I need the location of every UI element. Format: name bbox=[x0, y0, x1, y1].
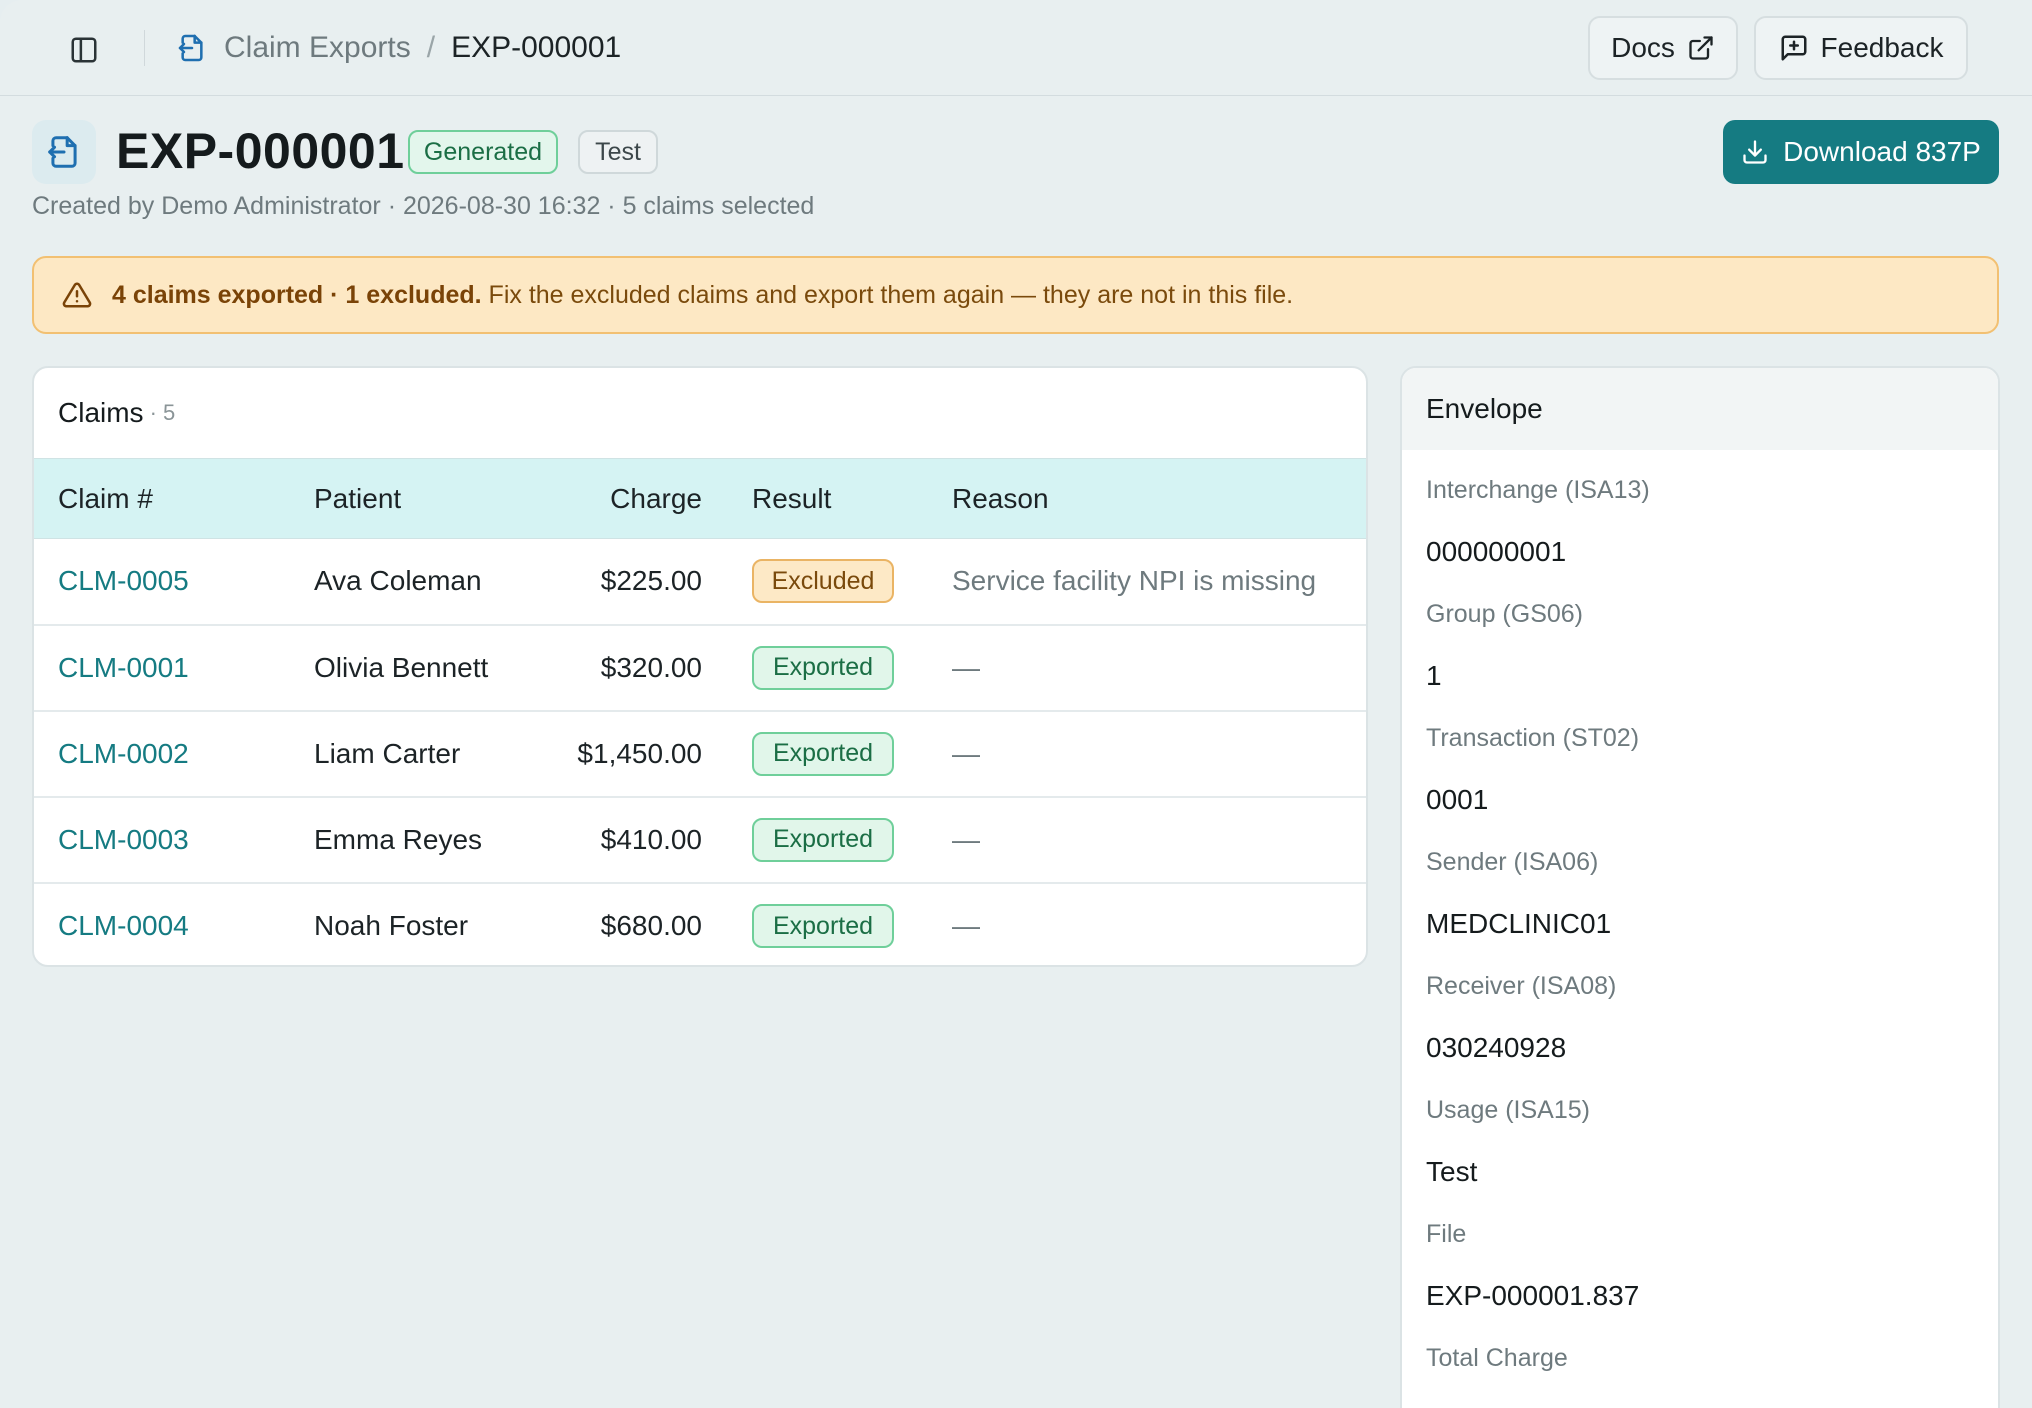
docs-button-label: Docs bbox=[1611, 32, 1675, 63]
file-export-icon bbox=[176, 31, 210, 65]
envelope-field-label: Transaction (ST02) bbox=[1426, 723, 1640, 752]
column-header-reason: Reason bbox=[952, 458, 1366, 539]
reason-cell: — bbox=[952, 910, 980, 941]
reason-cell: — bbox=[952, 737, 980, 769]
table-row: CLM-0005 Ava Coleman $225.00 Excluded Se… bbox=[34, 538, 1366, 626]
envelope-field: Sender (ISA06) MEDCLINIC01 bbox=[1426, 836, 1974, 960]
envelope-field: Transaction (ST02) 0001 bbox=[1426, 712, 1974, 836]
claim-link[interactable]: CLM-0002 bbox=[58, 738, 189, 769]
alert-text: Fix the excluded claims and export them … bbox=[488, 280, 1294, 309]
page-title: EXP-000001 bbox=[116, 123, 405, 179]
column-header-result: Result bbox=[704, 458, 952, 539]
breadcrumb: Claim Exports / EXP-000001 bbox=[176, 26, 621, 70]
envelope-field: Interchange (ISA13) 000000001 bbox=[1426, 464, 1974, 588]
feedback-button-label: Feedback bbox=[1820, 32, 1944, 63]
column-header-patient: Patient bbox=[314, 458, 524, 539]
envelope-field: File EXP-000001.837 bbox=[1426, 1208, 1974, 1332]
envelope-card: Envelope Interchange (ISA13) 000000001 G… bbox=[1400, 366, 2000, 1408]
status-badge: Generated bbox=[408, 130, 558, 174]
envelope-field-list: Interchange (ISA13) 000000001 Group (GS0… bbox=[1402, 450, 1998, 1408]
claim-link[interactable]: CLM-0004 bbox=[58, 910, 189, 941]
warning-triangle-icon bbox=[62, 282, 92, 308]
breadcrumb-separator: / bbox=[426, 31, 436, 64]
reason-cell: — bbox=[952, 651, 980, 683]
envelope-field: Group (GS06) 1 bbox=[1426, 588, 1974, 712]
alert-bold-text: 4 claims exported · 1 excluded. bbox=[112, 280, 482, 309]
alert-message: 4 claims exported · 1 excluded. Fix the … bbox=[112, 281, 1293, 310]
envelope-field-value: $2,860.00 bbox=[1426, 1384, 1974, 1408]
table-row: CLM-0003 Emma Reyes $410.00 Exported — bbox=[34, 796, 1366, 884]
envelope-field-value: 0001 bbox=[1426, 784, 1489, 815]
result-badge-excluded: Excluded bbox=[752, 559, 894, 604]
result-badge-exported: Exported bbox=[752, 645, 894, 690]
envelope-field-label: Total Charge bbox=[1426, 1343, 1568, 1372]
download-837p-button[interactable]: Download 837P bbox=[1723, 120, 1999, 184]
table-header-row: Claim # Patient Charge Result Reason bbox=[34, 458, 1366, 539]
mode-badge: Test bbox=[578, 130, 658, 174]
charge-cell: $680.00 bbox=[600, 910, 702, 941]
claims-title: Claims bbox=[58, 397, 144, 428]
reason-cell: — bbox=[952, 823, 980, 855]
envelope-field-value: EXP-000001.837 bbox=[1426, 1280, 1640, 1311]
envelope-field-label: Sender (ISA06) bbox=[1426, 847, 1599, 876]
reason-cell: Service facility NPI is missing bbox=[952, 565, 1317, 597]
envelope-field: Receiver (ISA08) 030240928 bbox=[1426, 960, 1974, 1084]
feedback-button[interactable]: Feedback bbox=[1754, 16, 1968, 80]
file-export-icon bbox=[48, 136, 77, 168]
patient-cell: Emma Reyes bbox=[314, 796, 524, 884]
docs-button[interactable]: Docs bbox=[1588, 16, 1738, 80]
export-warning-alert: 4 claims exported · 1 excluded. Fix the … bbox=[32, 256, 1999, 334]
charge-cell: $410.00 bbox=[524, 796, 704, 884]
charge-cell: $1,450.00 bbox=[524, 710, 704, 798]
external-link-icon bbox=[1689, 36, 1713, 60]
envelope-field-label: Receiver (ISA08) bbox=[1426, 971, 1617, 1000]
table-row: CLM-0002 Liam Carter $1,450.00 Exported … bbox=[34, 710, 1366, 798]
envelope-field-value: MEDCLINIC01 bbox=[1426, 908, 1612, 939]
sidebar-toggle-button[interactable] bbox=[66, 32, 102, 68]
page-icon bbox=[32, 120, 96, 184]
envelope-field: Usage (ISA15) Test bbox=[1426, 1084, 1974, 1208]
charge-cell: $225.00 bbox=[524, 538, 704, 626]
message-plus-icon bbox=[1781, 35, 1807, 61]
envelope-title: Envelope bbox=[1402, 368, 1998, 450]
envelope-field: Total Charge $2,860.00 bbox=[1426, 1332, 1974, 1408]
claims-table: Claim # Patient Charge Result Reason CLM… bbox=[34, 458, 1366, 966]
claims-count: · 5 bbox=[149, 400, 176, 425]
envelope-field-label: Usage (ISA15) bbox=[1426, 1095, 1590, 1124]
app-window: Claim Exports / EXP-000001 Docs Feedback bbox=[0, 0, 2032, 1408]
claims-card-header: Claims · 5 bbox=[34, 368, 1366, 458]
column-header-charge: Charge bbox=[524, 458, 704, 539]
breadcrumb-claim-exports[interactable]: Claim Exports bbox=[224, 31, 411, 65]
column-header-claim: Claim # bbox=[34, 458, 314, 539]
result-badge-exported: Exported bbox=[752, 731, 894, 776]
result-badge-exported: Exported bbox=[752, 904, 894, 948]
table-row: CLM-0004 Noah Foster $680.00 Exported — bbox=[34, 883, 1366, 966]
patient-cell: Ava Coleman bbox=[314, 538, 524, 626]
envelope-field-label: Interchange (ISA13) bbox=[1426, 475, 1650, 504]
envelope-field-value: 000000001 bbox=[1426, 536, 1567, 567]
charge-cell: $320.00 bbox=[524, 624, 704, 712]
patient-cell: Olivia Bennett bbox=[314, 624, 524, 712]
topbar-divider bbox=[144, 30, 145, 66]
top-bar: Claim Exports / EXP-000001 Docs Feedback bbox=[0, 0, 2032, 96]
claims-card: Claims · 5 Claim # Patient Charge Result… bbox=[32, 366, 1368, 967]
patient-cell: Noah Foster bbox=[314, 910, 469, 941]
download-icon bbox=[1743, 140, 1767, 164]
claim-link[interactable]: CLM-0003 bbox=[58, 824, 189, 855]
patient-cell: Liam Carter bbox=[314, 710, 524, 798]
breadcrumb-current: EXP-000001 bbox=[451, 31, 622, 64]
claim-link[interactable]: CLM-0005 bbox=[58, 565, 189, 596]
result-badge-exported: Exported bbox=[752, 817, 894, 862]
envelope-field-value: 1 bbox=[1426, 660, 1442, 691]
download-button-label: Download 837P bbox=[1783, 136, 1981, 167]
envelope-field-value: Test bbox=[1426, 1156, 1478, 1187]
sidebar-panel-icon bbox=[71, 37, 97, 63]
envelope-field-value: 030240928 bbox=[1426, 1032, 1567, 1063]
table-row: CLM-0001 Olivia Bennett $320.00 Exported… bbox=[34, 624, 1366, 712]
page-subtitle: Created by Demo Administrator · 2026-08-… bbox=[32, 192, 815, 220]
envelope-field-label: File bbox=[1426, 1219, 1467, 1248]
claim-link[interactable]: CLM-0001 bbox=[58, 652, 189, 683]
envelope-field-label: Group (GS06) bbox=[1426, 599, 1584, 628]
